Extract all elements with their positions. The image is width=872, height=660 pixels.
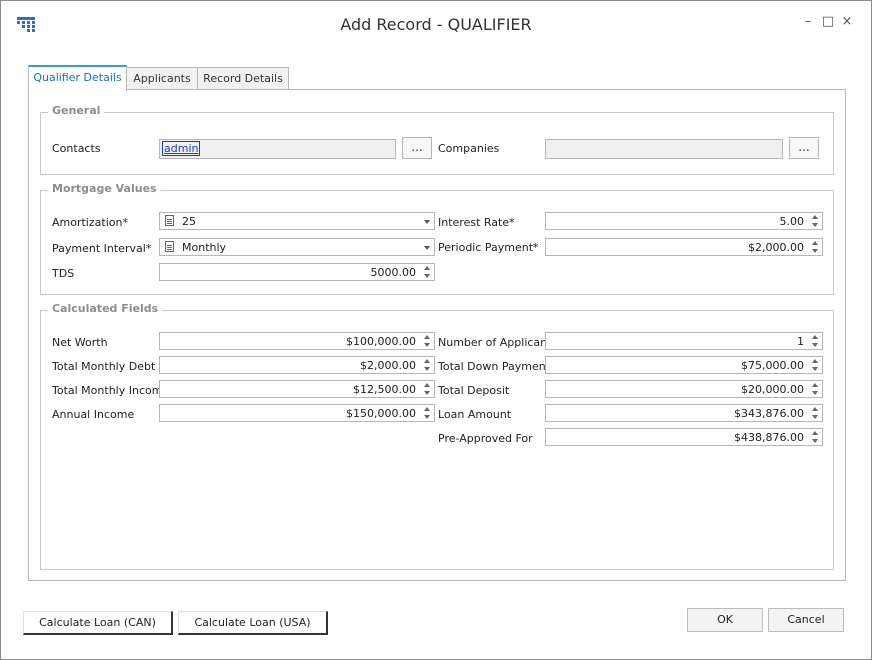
maximize-button[interactable]: □ — [821, 15, 835, 29]
number-of-applicants-label: Number of Applicants — [438, 336, 558, 349]
title-bar: Add Record - QUALIFIER – □ × — [1, 1, 871, 47]
number-of-applicants-spinner[interactable]: 1 — [545, 332, 823, 350]
pre-approved-for-value: $438,876.00 — [734, 431, 804, 444]
number-of-applicants-value: 1 — [797, 335, 804, 348]
interest-rate-spinner[interactable]: 5.00 — [545, 212, 823, 230]
net-worth-spinner[interactable]: $100,000.00 — [159, 332, 435, 350]
general-group-title: General — [48, 104, 105, 117]
interest-rate-value: 5.00 — [779, 215, 805, 228]
close-button[interactable]: × — [840, 15, 854, 29]
document-icon — [165, 215, 174, 226]
contacts-label: Contacts — [52, 142, 101, 155]
total-down-payment-label: Total Down Payment — [438, 360, 551, 373]
annual-income-value: $150,000.00 — [346, 407, 416, 420]
spin-arrows-icon[interactable] — [809, 240, 821, 254]
annual-income-label: Annual Income — [52, 408, 135, 421]
spin-arrows-icon[interactable] — [421, 358, 433, 372]
spin-arrows-icon[interactable] — [421, 265, 433, 279]
total-down-payment-value: $75,000.00 — [741, 359, 804, 372]
amortization-value: 25 — [182, 215, 196, 228]
calculate-loan-can-button[interactable]: Calculate Loan (CAN) — [23, 611, 173, 635]
payment-interval-label: Payment Interval* — [52, 242, 152, 255]
spin-arrows-icon[interactable] — [809, 358, 821, 372]
tab-qualifier-details[interactable]: Qualifier Details — [28, 65, 127, 91]
pre-approved-for-label: Pre-Approved For — [438, 432, 533, 445]
calculated-fields-group: Calculated Fields Net Worth $100,000.00 … — [40, 302, 834, 570]
total-deposit-label: Total Deposit — [438, 384, 510, 397]
amortization-select[interactable]: 25 — [159, 212, 435, 230]
spin-arrows-icon[interactable] — [421, 382, 433, 396]
document-icon — [165, 241, 174, 252]
general-group: General Contacts admin ... Companies ... — [40, 104, 834, 175]
total-monthly-income-spinner[interactable]: $12,500.00 — [159, 380, 435, 398]
spin-arrows-icon[interactable] — [809, 430, 821, 444]
contacts-link[interactable]: admin — [161, 141, 201, 156]
interest-rate-label: Interest Rate* — [438, 216, 515, 229]
spin-arrows-icon[interactable] — [809, 214, 821, 228]
payment-interval-select[interactable]: Monthly — [159, 238, 435, 256]
periodic-payment-spinner[interactable]: $2,000.00 — [545, 238, 823, 256]
net-worth-label: Net Worth — [52, 336, 108, 349]
companies-field[interactable] — [545, 139, 783, 159]
dialog-window: Add Record - QUALIFIER – □ × Qualifier D… — [0, 0, 872, 660]
payment-interval-value: Monthly — [182, 241, 227, 254]
periodic-payment-label: Periodic Payment* — [438, 241, 539, 254]
spin-arrows-icon[interactable] — [421, 406, 433, 420]
qualifier-details-panel: General Contacts admin ... Companies ...… — [28, 89, 846, 581]
loan-amount-spinner[interactable]: $343,876.00 — [545, 404, 823, 422]
chevron-down-icon[interactable] — [424, 246, 430, 250]
spin-arrows-icon[interactable] — [809, 382, 821, 396]
calculated-fields-group-title: Calculated Fields — [48, 302, 163, 315]
periodic-payment-value: $2,000.00 — [748, 241, 804, 254]
mortgage-values-group: Mortgage Values Amortization* 25 Payment… — [40, 182, 834, 295]
loan-amount-value: $343,876.00 — [734, 407, 804, 420]
minimize-button[interactable]: – — [801, 15, 815, 29]
tab-applicants[interactable]: Applicants — [126, 67, 198, 89]
amortization-label: Amortization* — [52, 216, 128, 229]
total-monthly-debt-value: $2,000.00 — [360, 359, 416, 372]
cancel-button[interactable]: Cancel — [768, 608, 844, 632]
spin-arrows-icon[interactable] — [809, 406, 821, 420]
calculate-loan-usa-button[interactable]: Calculate Loan (USA) — [178, 611, 328, 635]
annual-income-spinner[interactable]: $150,000.00 — [159, 404, 435, 422]
total-monthly-income-value: $12,500.00 — [353, 383, 416, 396]
companies-label: Companies — [438, 142, 500, 155]
spin-arrows-icon[interactable] — [421, 334, 433, 348]
tab-record-details[interactable]: Record Details — [197, 67, 289, 89]
net-worth-value: $100,000.00 — [346, 335, 416, 348]
spin-arrows-icon[interactable] — [809, 334, 821, 348]
tds-label: TDS — [52, 267, 75, 280]
mortgage-values-group-title: Mortgage Values — [48, 182, 161, 195]
total-monthly-debt-spinner[interactable]: $2,000.00 — [159, 356, 435, 374]
companies-browse-button[interactable]: ... — [789, 137, 819, 159]
contacts-field[interactable]: admin — [159, 139, 396, 159]
total-down-payment-spinner[interactable]: $75,000.00 — [545, 356, 823, 374]
tds-value: 5000.00 — [370, 266, 417, 279]
total-monthly-income-label: Total Monthly Income — [52, 384, 170, 397]
contacts-browse-button[interactable]: ... — [402, 137, 432, 159]
total-monthly-debt-label: Total Monthly Debt — [52, 360, 156, 373]
total-deposit-value: $20,000.00 — [741, 383, 804, 396]
ok-button[interactable]: OK — [687, 608, 763, 632]
total-deposit-spinner[interactable]: $20,000.00 — [545, 380, 823, 398]
loan-amount-label: Loan Amount — [438, 408, 512, 421]
window-title: Add Record - QUALIFIER — [340, 15, 532, 34]
tds-spinner[interactable]: 5000.00 — [159, 263, 435, 281]
pre-approved-for-spinner[interactable]: $438,876.00 — [545, 428, 823, 446]
chevron-down-icon[interactable] — [424, 220, 430, 224]
